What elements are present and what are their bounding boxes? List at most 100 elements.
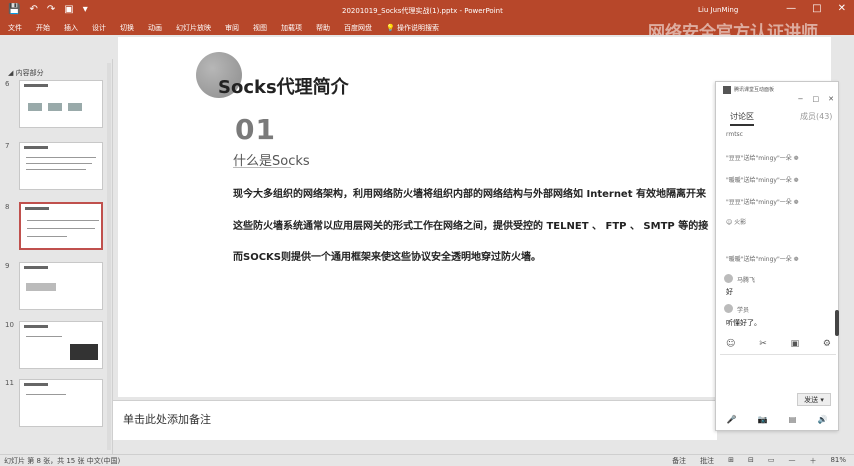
thumb-title bbox=[24, 84, 48, 87]
undo-icon[interactable]: ↶ bbox=[29, 4, 37, 15]
tab-file[interactable]: 文件 bbox=[8, 23, 22, 33]
emoji-icon[interactable]: ☺ bbox=[726, 339, 735, 349]
thumb-text-line bbox=[27, 236, 67, 237]
chat-message: ☺ 火影 bbox=[726, 219, 747, 226]
slide-thumbnail-10[interactable] bbox=[19, 321, 103, 369]
send-button[interactable]: 发送 ▾ bbox=[797, 393, 831, 406]
scissors-icon[interactable]: ✂ bbox=[759, 339, 767, 349]
app-logo-icon bbox=[723, 86, 731, 94]
body-paragraph[interactable]: 而SOCKS则提供一个通用框架来使这些协议安全透明地穿过防火墙。 bbox=[233, 248, 541, 263]
maximize-icon[interactable]: □ bbox=[812, 3, 821, 14]
panel-maximize-icon[interactable]: □ bbox=[813, 95, 820, 103]
tab-home[interactable]: 开始 bbox=[36, 23, 50, 33]
thumb-number: 7 bbox=[5, 142, 10, 150]
thumb-text-line bbox=[26, 336, 62, 337]
zoom-out-icon[interactable]: — bbox=[788, 456, 795, 466]
body-paragraph[interactable]: 这些防火墙系统通常以应用层网关的形式工作在网络之间，提供受控的 TELNET 、… bbox=[233, 217, 708, 232]
chat-message: 好 bbox=[726, 288, 733, 296]
speaker-icon[interactable]: 🔊 bbox=[817, 415, 827, 424]
thumb-graphic bbox=[28, 103, 42, 111]
thumb-number: 11 bbox=[5, 379, 14, 387]
microphone-icon[interactable]: 🎤 bbox=[727, 415, 737, 424]
customize-qat-icon[interactable]: ▾ bbox=[83, 4, 88, 15]
slide-thumbnail-7[interactable] bbox=[19, 142, 103, 190]
tab-view[interactable]: 视图 bbox=[253, 23, 267, 33]
thumb-title bbox=[24, 266, 48, 269]
image-icon[interactable]: ▣ bbox=[791, 339, 800, 349]
zoom-level[interactable]: 81% bbox=[830, 456, 846, 466]
thumb-text-line bbox=[26, 163, 92, 164]
tab-slideshow[interactable]: 幻灯片放映 bbox=[176, 23, 211, 33]
tab-addins[interactable]: 加载项 bbox=[281, 23, 302, 33]
chat-sender: 马腾飞 bbox=[737, 277, 756, 284]
thumb-text-line bbox=[26, 394, 66, 395]
slide-thumbnail-6[interactable] bbox=[19, 80, 103, 128]
thumb-number: 8 bbox=[5, 203, 10, 211]
present-icon[interactable]: ▣ bbox=[64, 4, 73, 15]
notes-toggle[interactable]: 备注 bbox=[672, 456, 686, 466]
section-header[interactable]: ◢ 内容部分 bbox=[8, 68, 44, 78]
tab-discussion[interactable]: 讨论区 bbox=[730, 111, 754, 126]
minimize-icon[interactable]: — bbox=[786, 3, 796, 14]
chat-message: "豆豆"送给"mingy"一朵 ❁ bbox=[726, 155, 799, 162]
slide-thumbnail-pane: ◢ 内容部分 6 7 8 9 10 11 bbox=[0, 59, 113, 454]
thumb-title bbox=[25, 207, 49, 210]
sorter-view-icon[interactable]: ⊟ bbox=[748, 456, 754, 466]
tell-me-search[interactable]: 💡 操作说明搜索 bbox=[386, 23, 439, 33]
subtitle-underline bbox=[233, 167, 291, 168]
tab-animations[interactable]: 动画 bbox=[148, 23, 162, 33]
panel-minimize-icon[interactable]: − bbox=[798, 95, 804, 103]
chat-message: 听懂好了。 bbox=[726, 319, 761, 327]
reading-view-icon[interactable]: ▭ bbox=[768, 456, 775, 466]
chat-panel: 腾讯课堂互动面板 − □ ✕ 讨论区 成员(43) rmtsc "豆豆"送给"m… bbox=[715, 81, 839, 431]
tab-review[interactable]: 审阅 bbox=[225, 23, 239, 33]
avatar bbox=[724, 304, 733, 313]
notes-pane[interactable]: 单击此处添加备注 bbox=[113, 400, 717, 440]
chat-message: rmtsc bbox=[726, 131, 743, 138]
notes-placeholder: 单击此处添加备注 bbox=[123, 413, 211, 426]
settings-icon[interactable]: ⚙ bbox=[823, 339, 831, 349]
section-number[interactable]: 01 bbox=[235, 113, 276, 146]
slide-title[interactable]: Socks代理简介 bbox=[218, 73, 349, 99]
screen-share-icon[interactable]: ▤ bbox=[789, 415, 797, 424]
panel-close-icon[interactable]: ✕ bbox=[828, 95, 834, 103]
thumb-title bbox=[24, 146, 48, 149]
comments-toggle[interactable]: 批注 bbox=[700, 456, 714, 466]
thumb-text-line bbox=[27, 220, 99, 221]
user-name[interactable]: Liu JunMing bbox=[698, 6, 738, 14]
tab-transitions[interactable]: 切换 bbox=[120, 23, 134, 33]
zoom-in-icon[interactable]: ＋ bbox=[809, 456, 816, 466]
slide-thumbnail-8[interactable] bbox=[19, 202, 103, 250]
close-icon[interactable]: ✕ bbox=[838, 3, 846, 14]
tab-design[interactable]: 设计 bbox=[92, 23, 106, 33]
chat-message: "豆豆"送给"mingy"一朵 ❁ bbox=[726, 199, 799, 206]
thumb-number: 6 bbox=[5, 80, 10, 88]
slide-thumbnail-11[interactable] bbox=[19, 379, 103, 427]
tab-insert[interactable]: 插入 bbox=[64, 23, 78, 33]
thumb-title bbox=[24, 325, 48, 328]
normal-view-icon[interactable]: ⊞ bbox=[728, 456, 734, 466]
tab-members[interactable]: 成员(43) bbox=[800, 111, 832, 122]
window-controls: — □ ✕ bbox=[786, 3, 846, 14]
chat-scrollbar[interactable] bbox=[835, 310, 839, 336]
slide-count: 幻灯片 第 8 张，共 15 张 中文(中国) bbox=[4, 457, 121, 465]
thumb-graphic bbox=[48, 103, 62, 111]
thumb-text-line bbox=[27, 228, 95, 229]
redo-icon[interactable]: ↷ bbox=[47, 4, 55, 15]
thumb-title bbox=[24, 383, 48, 386]
body-paragraph[interactable]: 现今大多组织的网络架构，利用网络防火墙将组织内部的网络结构与外部网络如 Inte… bbox=[233, 185, 706, 200]
tab-help[interactable]: 帮助 bbox=[316, 23, 330, 33]
chat-toolbar: ☺ ✂ ▣ ⚙ bbox=[726, 339, 831, 349]
save-icon[interactable]: 💾 bbox=[8, 4, 20, 15]
slide-thumbnail-9[interactable] bbox=[19, 262, 103, 310]
tab-baidu-netdisk[interactable]: 百度网盘 bbox=[344, 23, 372, 33]
thumb-number: 10 bbox=[5, 321, 14, 329]
camera-icon[interactable]: 📷 bbox=[758, 415, 768, 424]
chat-message: "暖暖"送给"mingy"一朵 ❁ bbox=[726, 256, 799, 263]
document-title: 20201019_Socks代理实战(1).pptx - PowerPoint bbox=[342, 7, 503, 15]
chat-sender: 学员 bbox=[737, 307, 750, 314]
thumb-number: 9 bbox=[5, 262, 10, 270]
chat-message: "暖暖"送给"mingy"一朵 ❁ bbox=[726, 177, 799, 184]
thumb-graphic bbox=[26, 283, 56, 291]
thumbnail-scrollbar[interactable] bbox=[107, 63, 111, 450]
